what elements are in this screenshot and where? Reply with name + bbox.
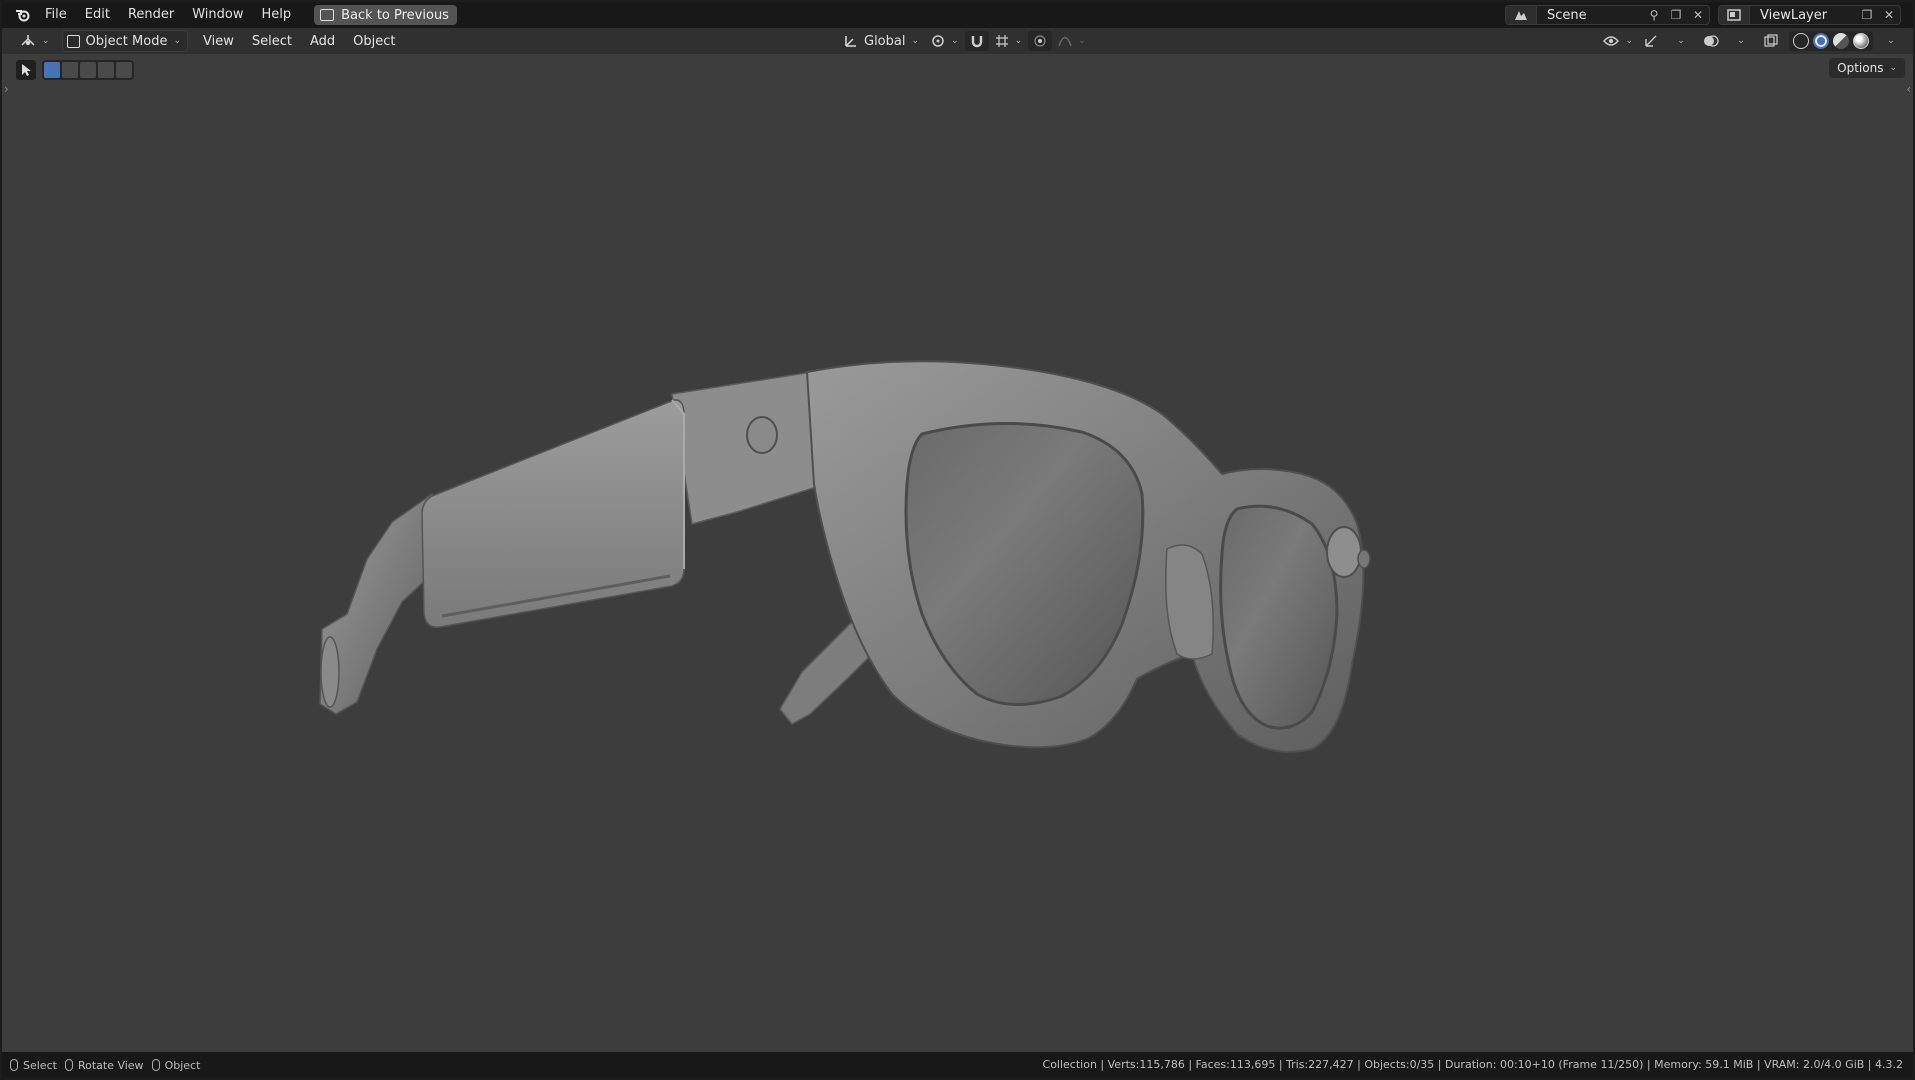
overlays-dropdown[interactable]: ⌄ (1729, 31, 1753, 51)
hint-select: Select (10, 1059, 57, 1072)
mouse-left-icon (10, 1059, 18, 1071)
viewport-display-tools: ⌄ ⌄ ⌄ ⌄ (1603, 31, 1903, 51)
orientation-axes-icon (845, 36, 856, 47)
delete-scene-icon[interactable]: ✕ (1687, 6, 1709, 24)
scene-selector[interactable]: Scene ⚲ ❐ ✕ (1505, 5, 1710, 25)
transform-tools: Global ⌄ ⌄ ⌄ ⌄ (838, 31, 1086, 51)
object-mode-label: Object Mode (85, 33, 168, 49)
status-bar: Select Rotate View Object Collection | V… (2, 1052, 1913, 1078)
wireframe-shading-icon[interactable] (1793, 33, 1809, 49)
view-layer-name[interactable]: ViewLayer (1750, 8, 1856, 23)
hint-object: Object (151, 1058, 201, 1072)
back-to-previous-label: Back to Previous (341, 7, 449, 23)
gizmo-dropdown[interactable]: ⌄ (1669, 31, 1693, 51)
delete-view-layer-icon[interactable]: ✕ (1878, 6, 1900, 24)
magnet-icon (971, 36, 982, 48)
top-menu-bar: File Edit Render Window Help Back to Pre… (2, 2, 1913, 28)
scene-statistics: Collection | Verts:115,786 | Faces:113,6… (1042, 1058, 1903, 1071)
mouse-middle-icon (64, 1059, 73, 1071)
ear-tip (320, 636, 340, 708)
view-layer-selector[interactable]: ViewLayer ❐ ✕ (1718, 5, 1901, 25)
shading-mode-group (1789, 31, 1873, 51)
menu-window[interactable]: Window (183, 2, 252, 28)
proportional-editing-icon (1034, 35, 1046, 47)
side-battery-pod (421, 399, 685, 628)
menu-object[interactable]: Object (344, 34, 404, 49)
material-preview-shading-icon[interactable] (1833, 33, 1849, 49)
editor-type-button[interactable]: ⌄ (14, 31, 56, 51)
chevron-down-icon: ⌄ (1014, 36, 1023, 46)
transform-orientation-dropdown[interactable]: Global ⌄ (838, 31, 925, 51)
menu-select[interactable]: Select (243, 34, 301, 49)
pivot-point-icon (932, 35, 944, 47)
menu-render[interactable]: Render (119, 2, 183, 28)
menu-help[interactable]: Help (253, 2, 301, 28)
object-mode-icon (66, 34, 80, 48)
xray-icon (1764, 34, 1778, 47)
visibility-button[interactable]: ⌄ (1603, 31, 1633, 51)
shading-dropdown[interactable]: ⌄ (1879, 31, 1903, 51)
3d-viewport[interactable]: Options ⌄ › ‹ (2, 54, 1913, 1052)
hinge-button-1 (746, 416, 778, 454)
hinge-block (671, 371, 821, 525)
smart-glasses-model[interactable] (2, 54, 1913, 1052)
editor-type-icon (21, 35, 35, 46)
screen-icon (320, 9, 335, 21)
snap-target-button[interactable]: ⌄ (995, 31, 1023, 51)
hint-select-label: Select (23, 1058, 57, 1072)
chevron-down-icon: ⌄ (911, 36, 920, 46)
chevron-down-icon: ⌄ (1887, 36, 1895, 46)
pin-icon[interactable]: ⚲ (1643, 6, 1665, 24)
gizmo-toggle[interactable] (1639, 31, 1663, 51)
hint-object-label: Object (164, 1058, 201, 1072)
overlays-toggle[interactable] (1699, 31, 1723, 51)
snap-grid-icon (995, 35, 1008, 47)
xray-toggle[interactable] (1759, 31, 1783, 51)
scene-selectors: Scene ⚲ ❐ ✕ ViewLayer ❐ ✕ (1505, 5, 1901, 25)
blender-logo-icon[interactable] (10, 2, 36, 28)
menu-view[interactable]: View (194, 34, 243, 49)
mouse-right-icon (151, 1059, 160, 1071)
overlays-icon (1704, 35, 1719, 47)
blender-window: File Edit Render Window Help Back to Pre… (2, 2, 1913, 1078)
hint-rotate-view-label: Rotate View (77, 1058, 144, 1072)
right-lens (1219, 504, 1339, 730)
eye-icon (1603, 36, 1620, 46)
chevron-down-icon: ⌄ (1625, 36, 1633, 46)
snap-toggle[interactable] (964, 31, 989, 51)
scene-icon[interactable] (1506, 6, 1537, 24)
gizmo-icon (1645, 35, 1657, 47)
pivot-point-button[interactable]: ⌄ (931, 31, 959, 51)
chevron-down-icon: ⌄ (1677, 36, 1685, 46)
back-to-previous-button[interactable]: Back to Previous (314, 5, 457, 25)
chevron-down-icon: ⌄ (951, 36, 959, 46)
falloff-curve-icon (1058, 36, 1072, 47)
proportional-falloff-button[interactable]: ⌄ (1058, 31, 1086, 51)
transform-orientation-label: Global (864, 33, 906, 49)
chevron-down-icon: ⌄ (173, 36, 181, 46)
scene-name[interactable]: Scene (1537, 8, 1643, 23)
solid-shading-icon[interactable] (1813, 33, 1829, 49)
proportional-editing-toggle[interactable] (1028, 31, 1053, 51)
viewport-header: ⌄ Object Mode ⌄ View Select Add Object G… (2, 28, 1913, 54)
view-layer-icon[interactable] (1719, 6, 1750, 24)
menu-file[interactable]: File (36, 2, 76, 28)
chevron-down-icon: ⌄ (1737, 36, 1745, 46)
menu-add[interactable]: Add (301, 34, 344, 49)
object-mode-dropdown[interactable]: Object Mode ⌄ (61, 30, 188, 52)
hint-rotate-view: Rotate View (64, 1058, 144, 1072)
chevron-down-icon: ⌄ (42, 36, 50, 46)
rendered-shading-icon[interactable] (1853, 33, 1869, 49)
chevron-down-icon: ⌄ (1078, 36, 1086, 46)
menu-edit[interactable]: Edit (76, 2, 119, 28)
front-control-knob (1326, 526, 1362, 578)
new-scene-icon[interactable]: ❐ (1665, 6, 1687, 24)
new-view-layer-icon[interactable]: ❐ (1856, 6, 1878, 24)
